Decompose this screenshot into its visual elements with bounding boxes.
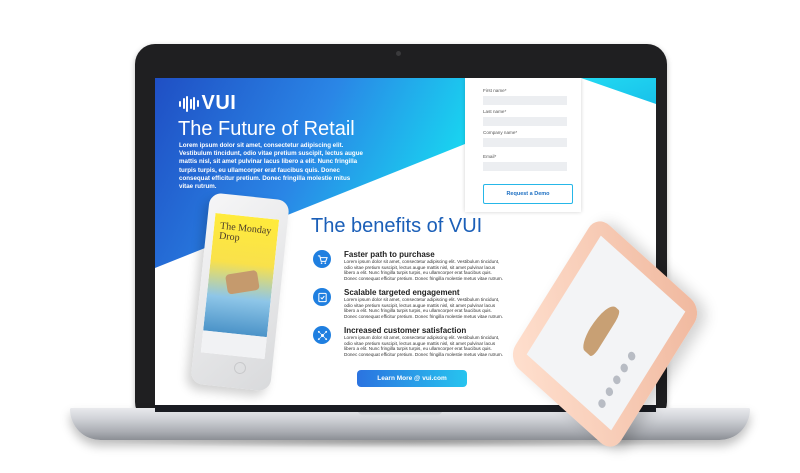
checklist-icon <box>313 288 331 306</box>
first-name-label: First name* <box>483 88 507 93</box>
benefit-heading: Scalable targeted engagement <box>344 288 460 297</box>
toolbar-dot-icon <box>596 397 608 410</box>
camera-icon <box>396 51 401 56</box>
benefit-text: Lorem ipsum dolor sit amet, consectetur … <box>344 259 503 281</box>
toolbar-dot-icon <box>604 385 615 398</box>
email-field[interactable] <box>483 162 567 171</box>
network-icon <box>313 326 331 344</box>
last-name-field[interactable] <box>483 117 567 126</box>
benefits-title: The benefits of VUI <box>311 215 483 237</box>
benefit-heading: Faster path to purchase <box>344 250 435 259</box>
toolbar-dot-icon <box>611 373 622 386</box>
demo-request-form: First name* Last name* Company name* Ema… <box>465 78 581 212</box>
magazine-title: The Monday Drop <box>218 220 272 244</box>
shoe-product-image <box>579 300 622 359</box>
first-name-field[interactable] <box>483 96 567 105</box>
request-demo-button[interactable]: Request a Demo <box>483 184 573 204</box>
benefit-text: Lorem ipsum dolor sit amet, consectetur … <box>344 335 503 357</box>
sandal-image <box>225 269 260 295</box>
learn-more-button[interactable]: Learn More @ vui.com <box>357 370 467 387</box>
logo-text: VUI <box>201 92 237 114</box>
magazine-cover-image: The Monday Drop <box>203 213 280 338</box>
vui-logo[interactable]: VUI <box>179 92 236 115</box>
soundwave-icon <box>179 95 199 113</box>
hero-title: The Future of Retail <box>178 118 355 140</box>
benefit-text: Lorem ipsum dolor sit amet, consectetur … <box>344 297 503 319</box>
toolbar-dot-icon <box>619 361 630 375</box>
cart-icon <box>313 250 331 268</box>
toolbar-dot-icon <box>626 349 637 363</box>
company-name-label: Company name* <box>483 130 518 135</box>
email-label: Email* <box>483 154 497 159</box>
benefit-heading: Increased customer satisfaction <box>344 326 467 335</box>
last-name-label: Last name* <box>483 109 507 114</box>
company-name-field[interactable] <box>483 138 567 147</box>
hero-intro-text: Lorem ipsum dolor sit amet, consectetur … <box>179 142 363 191</box>
